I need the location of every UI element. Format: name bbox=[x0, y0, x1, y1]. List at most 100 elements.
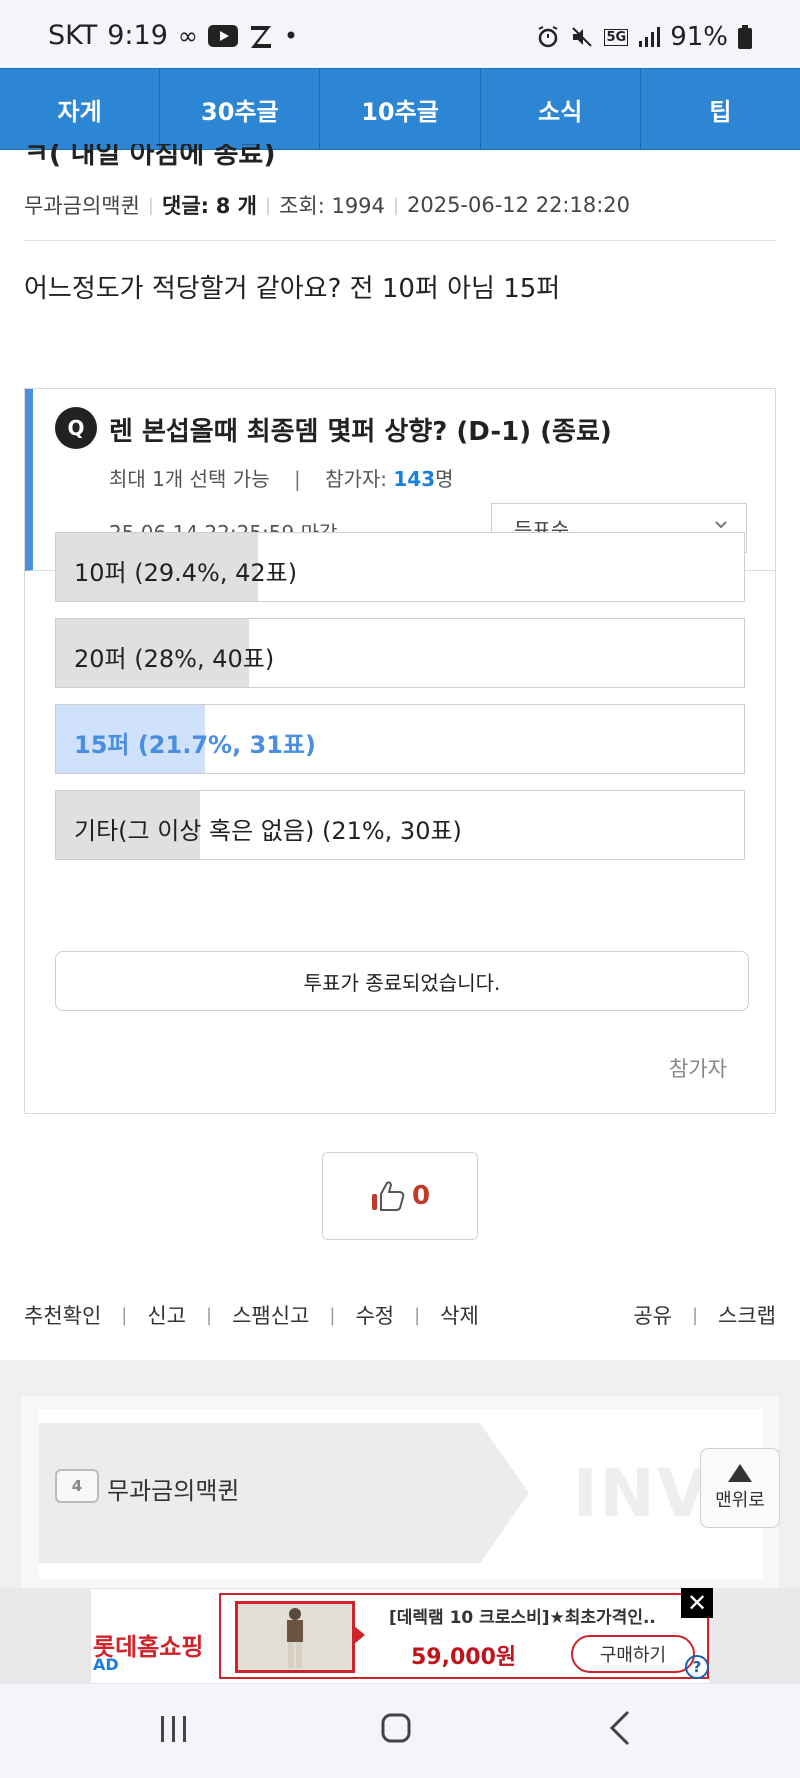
poll-info: 최대 1개 선택 가능 | 참가자: 143명 bbox=[109, 463, 454, 492]
ad-bar: 롯데홈쇼핑 AD [데렉램 10 크로스비]★최초가격인.. 59,000원 구… bbox=[0, 1588, 800, 1684]
system-nav-bar bbox=[0, 1684, 800, 1778]
action-divider: | bbox=[121, 1304, 128, 1326]
level-badge-icon: 4 bbox=[55, 1469, 99, 1503]
network-type-text: 5G bbox=[604, 28, 629, 46]
tab-label: 자게 bbox=[57, 97, 102, 126]
tab-label: 소식 bbox=[538, 97, 583, 126]
right-actions: 공유 | 스크랩 bbox=[633, 1300, 776, 1330]
post-author[interactable]: 무과금의맥퀸 bbox=[24, 190, 140, 220]
scroll-to-top-button[interactable]: 맨위로 bbox=[700, 1448, 780, 1528]
delete-link[interactable]: 삭제 bbox=[440, 1300, 479, 1330]
ad-pointer bbox=[353, 1625, 365, 1645]
poll-option[interactable]: 10퍼 (29.4%, 42표) bbox=[55, 532, 745, 602]
like-button[interactable]: 0 bbox=[322, 1152, 478, 1240]
carrier-text: SKT bbox=[48, 20, 98, 51]
check-recommend-link[interactable]: 추천확인 bbox=[24, 1300, 101, 1330]
notification-dot-icon: • bbox=[283, 21, 299, 50]
ad-banner[interactable]: 롯데홈쇼핑 AD [데렉램 10 크로스비]★최초가격인.. 59,000원 구… bbox=[90, 1588, 713, 1684]
vote-closed-button[interactable]: 투표가 종료되었습니다. bbox=[55, 951, 749, 1011]
meta-divider: | bbox=[147, 194, 154, 216]
share-link[interactable]: 공유 bbox=[633, 1300, 672, 1330]
ad-buy-button[interactable]: 구매하기 bbox=[571, 1635, 695, 1673]
tab-10-recommended[interactable]: 10추글 bbox=[320, 69, 481, 149]
poll-option-selected[interactable]: 15퍼 (21.7%, 31표) bbox=[55, 704, 745, 774]
author-card: 4 무과금의맥퀸 INVE bbox=[20, 1394, 780, 1592]
to-top-label: 맨위로 bbox=[715, 1490, 765, 1511]
tab-30-recommended[interactable]: 30추글 bbox=[160, 69, 321, 149]
chevron-down-icon bbox=[715, 521, 727, 529]
help-icon[interactable]: ? bbox=[685, 1655, 709, 1679]
meta-divider: | bbox=[392, 194, 399, 216]
action-divider: | bbox=[329, 1304, 336, 1326]
tab-news[interactable]: 소식 bbox=[481, 69, 641, 149]
option-label: 기타(그 이상 혹은 없음) (21%, 30표) bbox=[74, 817, 462, 845]
post-body: 어느정도가 적당할거 같아요? 전 10퍼 아님 15퍼 bbox=[24, 274, 561, 304]
author-section: 4 무과금의맥퀸 INVE bbox=[0, 1360, 800, 1592]
ad-tag: AD bbox=[93, 1655, 119, 1674]
participants-link[interactable]: 참가자 bbox=[669, 1053, 727, 1083]
post-actions: 추천확인 | 신고 | 스팸신고 | 수정 | 삭제 공유 | 스크랩 bbox=[24, 1300, 776, 1330]
product-model-image bbox=[238, 1604, 352, 1670]
report-link[interactable]: 신고 bbox=[147, 1300, 186, 1330]
ad-product-image bbox=[235, 1601, 355, 1673]
meta-divider: | bbox=[264, 194, 272, 216]
mute-icon bbox=[572, 27, 593, 47]
comment-label: 댓글: bbox=[162, 194, 210, 218]
status-right: 5G 91% bbox=[536, 22, 752, 52]
like-count: 0 bbox=[411, 1181, 431, 1211]
participants-label: 참가자: bbox=[325, 467, 388, 491]
tab-label: 10추글 bbox=[361, 97, 439, 126]
battery-text: 91% bbox=[670, 22, 728, 52]
signal-icon bbox=[639, 27, 661, 47]
participants-count: 143 bbox=[393, 467, 436, 491]
info-divider: | bbox=[293, 467, 301, 491]
action-divider: | bbox=[691, 1304, 699, 1326]
edit-link[interactable]: 수정 bbox=[355, 1300, 394, 1330]
poll-option[interactable]: 20퍼 (28%, 40표) bbox=[55, 618, 745, 688]
post-date: 2025-06-12 22:18:20 bbox=[406, 193, 631, 217]
youtube-icon bbox=[207, 24, 238, 47]
comment-number: 8 개 bbox=[215, 194, 257, 218]
app-z-icon bbox=[250, 25, 271, 48]
author-card-inner: 4 무과금의맥퀸 INVE bbox=[39, 1409, 763, 1579]
scrap-link[interactable]: 스크랩 bbox=[718, 1300, 776, 1330]
participants-unit: 명 bbox=[435, 467, 454, 491]
comment-count[interactable]: 댓글: 8 개 bbox=[162, 190, 257, 220]
back-icon[interactable] bbox=[608, 1710, 632, 1746]
tab-label: 30추글 bbox=[201, 97, 279, 126]
tab-tips[interactable]: 팁 bbox=[641, 69, 800, 149]
level-number: 4 bbox=[71, 1477, 83, 1495]
ad-price: 59,000원 bbox=[411, 1645, 517, 1670]
option-label: 20퍼 (28%, 40표) bbox=[74, 645, 275, 673]
post-meta: 무과금의맥퀸 | 댓글: 8 개 | 조회: 1994 | 2025-06-12… bbox=[24, 190, 630, 220]
tab-label: 팁 bbox=[709, 97, 732, 126]
board-nav: 자게 30추글 10추글 소식 팁 bbox=[0, 68, 800, 150]
status-left: SKT 9:19 ∞ • bbox=[48, 20, 298, 51]
thumbs-up-icon bbox=[371, 1181, 405, 1211]
close-icon[interactable]: ✕ bbox=[681, 1588, 713, 1618]
recent-apps-icon[interactable] bbox=[158, 1712, 190, 1744]
spam-report-link[interactable]: 스팸신고 bbox=[232, 1300, 309, 1330]
option-label: 10퍼 (29.4%, 42표) bbox=[74, 559, 298, 587]
action-divider: | bbox=[206, 1304, 213, 1326]
max-select-text: 최대 1개 선택 가능 bbox=[109, 467, 270, 491]
alarm-icon bbox=[539, 26, 558, 48]
poll-title: 렌 본섭올때 최종뎀 몇퍼 상향? (D-1) (종료) bbox=[109, 417, 612, 447]
battery-icon bbox=[738, 25, 752, 49]
option-label: 15퍼 (21.7%, 31표) bbox=[74, 731, 316, 759]
divider bbox=[24, 240, 776, 241]
question-badge: Q bbox=[55, 407, 97, 449]
arrow-up-icon bbox=[728, 1464, 752, 1482]
action-divider: | bbox=[414, 1304, 421, 1326]
poll-box: Q 렌 본섭올때 최종뎀 몇퍼 상향? (D-1) (종료) 최대 1개 선택 … bbox=[24, 388, 776, 1114]
clock-text: 9:19 bbox=[107, 20, 168, 51]
tab-free-board[interactable]: 자게 bbox=[0, 69, 161, 149]
ad-title: [데렉램 10 크로스비]★최초가격인.. bbox=[389, 1608, 656, 1628]
poll-option[interactable]: 기타(그 이상 혹은 없음) (21%, 30표) bbox=[55, 790, 745, 860]
home-icon[interactable] bbox=[380, 1712, 412, 1744]
author-name[interactable]: 무과금의맥퀸 bbox=[107, 1471, 239, 1506]
status-bar: SKT 9:19 ∞ • 5G 91% bbox=[0, 0, 800, 68]
ad-product-frame: [데렉램 10 크로스비]★최초가격인.. 59,000원 구매하기 bbox=[219, 1593, 709, 1679]
view-count: 조회: 1994 bbox=[279, 194, 385, 218]
link-icon: ∞ bbox=[177, 21, 198, 50]
